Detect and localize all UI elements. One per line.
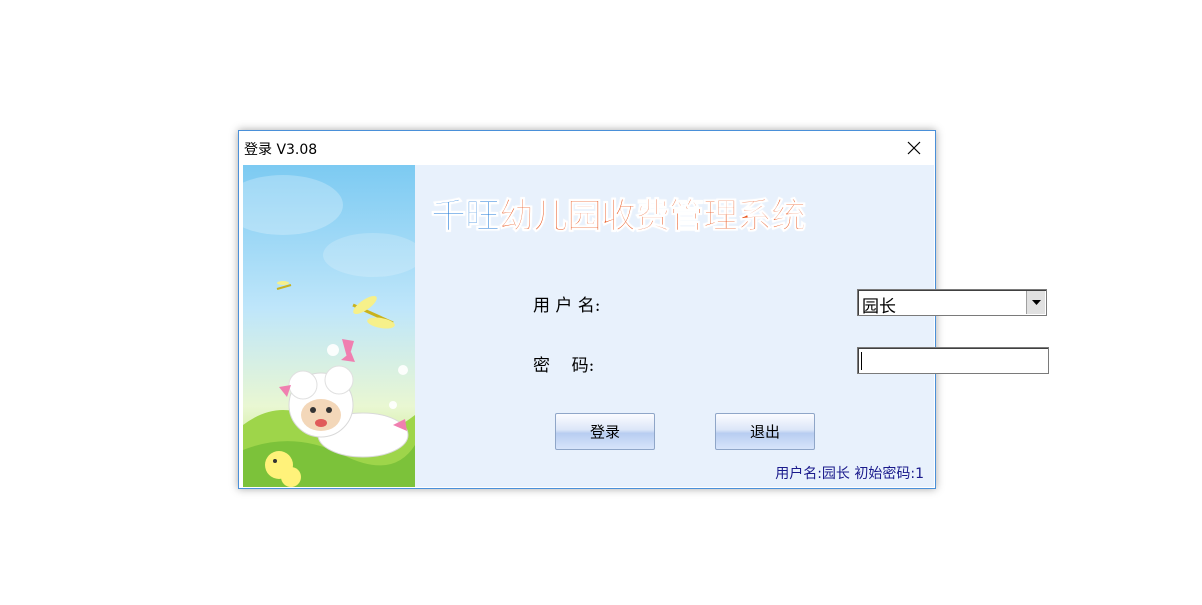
close-icon [907,141,921,154]
login-dialog: 登录 V3.08 千旺幼儿园收费管理系统 用 户 名: 园长 密 码: 登录 退… [238,130,1049,489]
chevron-down-icon [1031,300,1041,305]
app-title: 千旺幼儿园收费管理系统 [430,195,807,239]
username-label: 用 户 名: [533,296,601,316]
system-name: 幼儿园收费管理系统 [499,197,807,238]
username-select[interactable]: 园长 [857,289,1047,317]
window-title: 登录 V3.08 [244,142,318,158]
dropdown-button[interactable] [1026,291,1045,314]
exit-button[interactable]: 退出 [715,413,815,450]
title-bar: 登录 V3.08 [239,131,935,164]
close-button[interactable] [893,131,935,164]
password-label: 密 码: [533,356,595,376]
password-input[interactable] [857,347,1049,374]
username-value: 园长 [862,297,896,317]
brand-name: 千旺 [430,197,500,238]
cartoon-sheep-illustration [243,165,415,487]
text-caret [861,352,862,370]
login-hint: 用户名:园长 初始密码:1 [775,466,924,482]
login-button[interactable]: 登录 [555,413,655,450]
login-panel: 千旺幼儿园收费管理系统 用 户 名: 园长 密 码: 登录 退出 用户名:园长 … [415,165,1049,487]
